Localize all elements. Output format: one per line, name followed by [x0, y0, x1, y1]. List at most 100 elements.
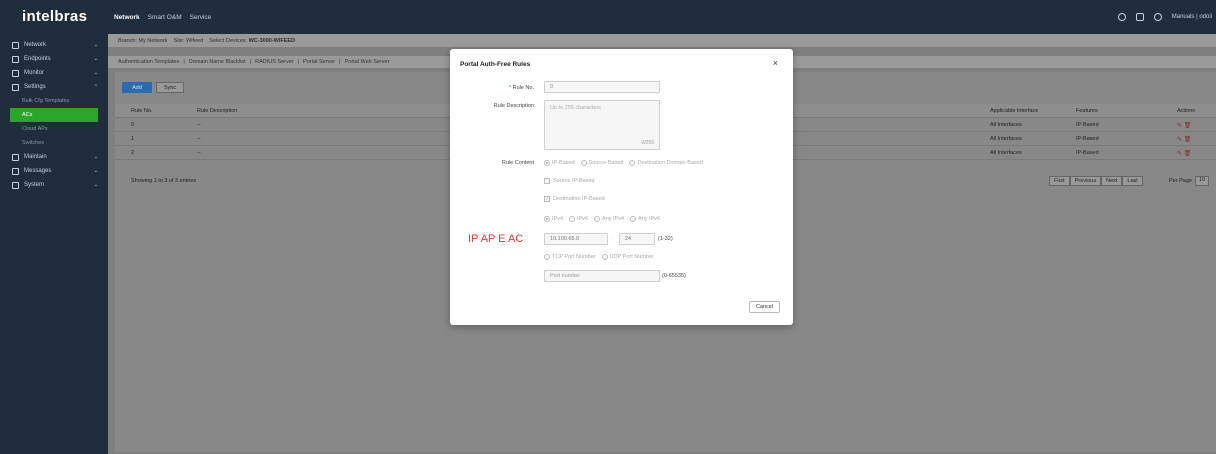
nav-network[interactable]: Network [114, 14, 140, 21]
radio-destination-domain[interactable]: Destination Domain-Based [629, 160, 703, 166]
settings-icon [12, 83, 19, 91]
radio-dot [594, 216, 601, 222]
edit-icon[interactable]: ✎ [1177, 151, 1182, 157]
device-icon [12, 55, 19, 63]
device-selector[interactable]: Select Devices: WC-3000-WIFEED [209, 38, 295, 44]
annotation-text: IP AP E AC [468, 233, 524, 245]
portal-auth-free-rules-dialog: Portal Auth-Free Rules × * Rule No. 0 Ru… [450, 49, 793, 325]
rule-no-input[interactable]: 0 [544, 81, 660, 93]
next-page-button[interactable]: Next [1101, 176, 1123, 186]
pagination: First Previous Next Last [1049, 176, 1143, 186]
search-icon[interactable] [1117, 13, 1126, 21]
monitor-icon [12, 69, 19, 77]
rule-description-textarea[interactable]: Up to 255 characters 0/255 [544, 100, 660, 150]
rule-no-label: * Rule No. [508, 85, 534, 91]
tab-auth-templates[interactable]: Authentication Templates [118, 59, 179, 65]
tab-radius-server[interactable]: RADIUS Server [255, 59, 294, 65]
edit-icon[interactable]: ✎ [1177, 137, 1182, 143]
sync-button[interactable]: Sync [156, 82, 184, 93]
delete-icon[interactable]: 🗑 [1184, 151, 1192, 157]
ip-version-radios: IPv4 IPv6 Any IPv4 Any IPv6 [544, 216, 660, 222]
port-range: (0-65535) [662, 273, 686, 279]
sidebar-item-messages[interactable]: Messages ⌄ [0, 164, 108, 178]
port-number-input[interactable]: Port number [544, 270, 660, 282]
rule-description-label: Rule Description [493, 103, 534, 109]
radio-tcp-port[interactable]: TCP Port Number [544, 254, 596, 260]
radio-ipv4[interactable]: IPv4 [544, 216, 563, 222]
sidebar-sub-cloud-aps[interactable]: Cloud APs [0, 122, 108, 136]
sidebar-sub-acs[interactable]: ACs [10, 108, 98, 122]
rule-content-radios: IP-Based Source-Based Destination Domain… [544, 160, 703, 166]
dialog-title: Portal Auth-Free Rules [460, 61, 531, 68]
radio-dot [544, 254, 550, 260]
sidebar-item-monitor[interactable]: Monitor ⌄ [0, 66, 108, 80]
sidebar-sub-switches[interactable]: Switches [0, 136, 108, 150]
nav-smart-om[interactable]: Smart O&M [148, 14, 182, 21]
gear-icon [12, 181, 19, 189]
radio-source-based[interactable]: Source-Based [580, 160, 623, 166]
radio-dot [569, 216, 576, 222]
nav-service[interactable]: Service [190, 14, 212, 21]
sidebar: Network ⌄ Endpoints ⌄ Monitor ⌄ Settings ⌃ B… [0, 34, 108, 454]
radio-ipv6[interactable]: IPv6 [569, 216, 588, 222]
sidebar-item-system[interactable]: System ⌄ [0, 178, 108, 192]
mask-input[interactable]: 24 [619, 233, 655, 245]
delete-icon[interactable]: 🗑 [1184, 123, 1192, 129]
rule-content-label: Rule Content [501, 160, 534, 166]
checkbox-box [544, 178, 550, 184]
radio-any-ipv4[interactable]: Any IPv4 [594, 216, 624, 222]
delete-icon[interactable]: 🗑 [1184, 137, 1192, 143]
tab-portal-server[interactable]: Portal Server [303, 59, 335, 65]
sidebar-item-maintain[interactable]: Maintain ⌄ [0, 150, 108, 164]
close-icon[interactable]: × [773, 58, 778, 68]
site-selector[interactable]: Site: Wifeed [174, 38, 204, 44]
radio-ip-based[interactable]: IP-Based [544, 160, 575, 166]
sidebar-sub-bulk-cfg[interactable]: Bulk Cfg Templates [0, 94, 108, 108]
chevron-down-icon: ⌄ [93, 56, 98, 62]
slash-separator: - [611, 236, 613, 242]
chevron-down-icon: ⌄ [93, 42, 98, 48]
radio-any-ipv6[interactable]: Any IPv6 [630, 216, 660, 222]
cancel-button[interactable]: Cancel [749, 301, 780, 313]
chevron-down-icon: ⌄ [93, 182, 98, 188]
bell-icon[interactable] [1153, 13, 1162, 21]
add-icon[interactable] [1135, 13, 1144, 21]
tab-portal-web-server[interactable]: Portal Web Server [345, 59, 390, 65]
mask-range: (1-32) [658, 236, 673, 242]
chevron-up-icon: ⌃ [93, 84, 98, 90]
port-type-radios: TCP Port Number UDP Port Number [544, 254, 654, 260]
radio-dot [544, 160, 550, 166]
chevron-down-icon: ⌄ [93, 154, 98, 160]
destination-ip-checkbox[interactable]: ✓ Destination IP-Based [544, 196, 605, 202]
radio-dot [544, 216, 550, 222]
chevron-down-icon: ⌄ [93, 70, 98, 76]
source-ip-checkbox[interactable]: Source IP-Based [544, 178, 595, 184]
brand-logo: intelbras [22, 8, 88, 25]
maintain-icon [12, 153, 19, 161]
top-nav: Network Smart O&M Service [114, 14, 211, 21]
bell-icon [12, 167, 19, 175]
first-page-button[interactable]: First [1049, 176, 1070, 186]
top-bar: intelbras Network Smart O&M Service Manu… [0, 0, 1216, 34]
edit-icon[interactable]: ✎ [1177, 123, 1182, 129]
per-page-select[interactable]: 10 [1194, 176, 1210, 186]
radio-udp-port[interactable]: UDP Port Number [601, 254, 654, 260]
per-page: Per Page 10 [1169, 176, 1210, 186]
radio-dot [601, 254, 608, 260]
sidebar-item-network[interactable]: Network ⌄ [0, 38, 108, 52]
sidebar-item-endpoints[interactable]: Endpoints ⌄ [0, 52, 108, 66]
globe-icon [12, 41, 19, 49]
top-right-tools: Manuals | odoli [1117, 13, 1212, 21]
ip-address-input[interactable]: 10.100.65.0 [544, 233, 608, 245]
sidebar-item-settings[interactable]: Settings ⌃ [0, 80, 108, 94]
tab-domain-blacklist[interactable]: Domain Name Blacklist [189, 59, 246, 65]
add-button[interactable]: Add [122, 82, 152, 93]
chevron-down-icon: ⌄ [93, 168, 98, 174]
previous-page-button[interactable]: Previous [1069, 176, 1102, 186]
checkbox-checked: ✓ [544, 196, 550, 202]
manuals-link[interactable]: Manuals | odoli [1172, 14, 1212, 20]
branch-selector[interactable]: Branch: My Network [118, 38, 168, 44]
last-page-button[interactable]: Last [1122, 176, 1143, 186]
breadcrumb: Branch: My Network Site: Wifeed Select D… [108, 34, 1216, 47]
radio-dot [629, 160, 636, 166]
